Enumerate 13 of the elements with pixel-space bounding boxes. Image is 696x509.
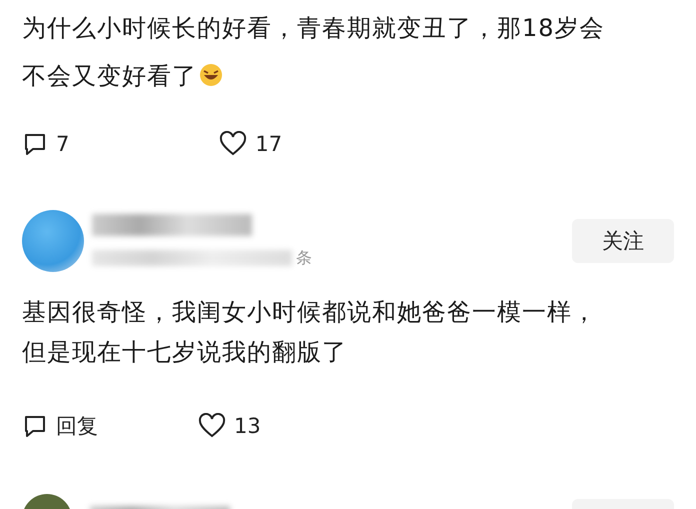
- heart-icon: [219, 131, 248, 157]
- like-button[interactable]: 13: [198, 413, 261, 439]
- laughing-face-icon: [199, 63, 223, 87]
- comment-text: 基因很奇怪，我闺女小时候都说和她爸爸一模一样，但是现在十七岁说我的翻版了: [22, 297, 598, 368]
- reply-button[interactable]: 回复: [22, 412, 98, 440]
- comment-icon: [22, 131, 48, 157]
- follow-button[interactable]: 关注: [572, 219, 674, 263]
- like-button[interactable]: 17: [219, 131, 282, 157]
- comment-button[interactable]: 7: [22, 131, 70, 157]
- heart-icon: [198, 413, 226, 439]
- comment-icon: [22, 413, 48, 439]
- post-text: 为什么小时候长的好看，青春期就变丑了，那18岁会不会又变好看了: [22, 13, 606, 92]
- meta-text: 条: [296, 248, 312, 268]
